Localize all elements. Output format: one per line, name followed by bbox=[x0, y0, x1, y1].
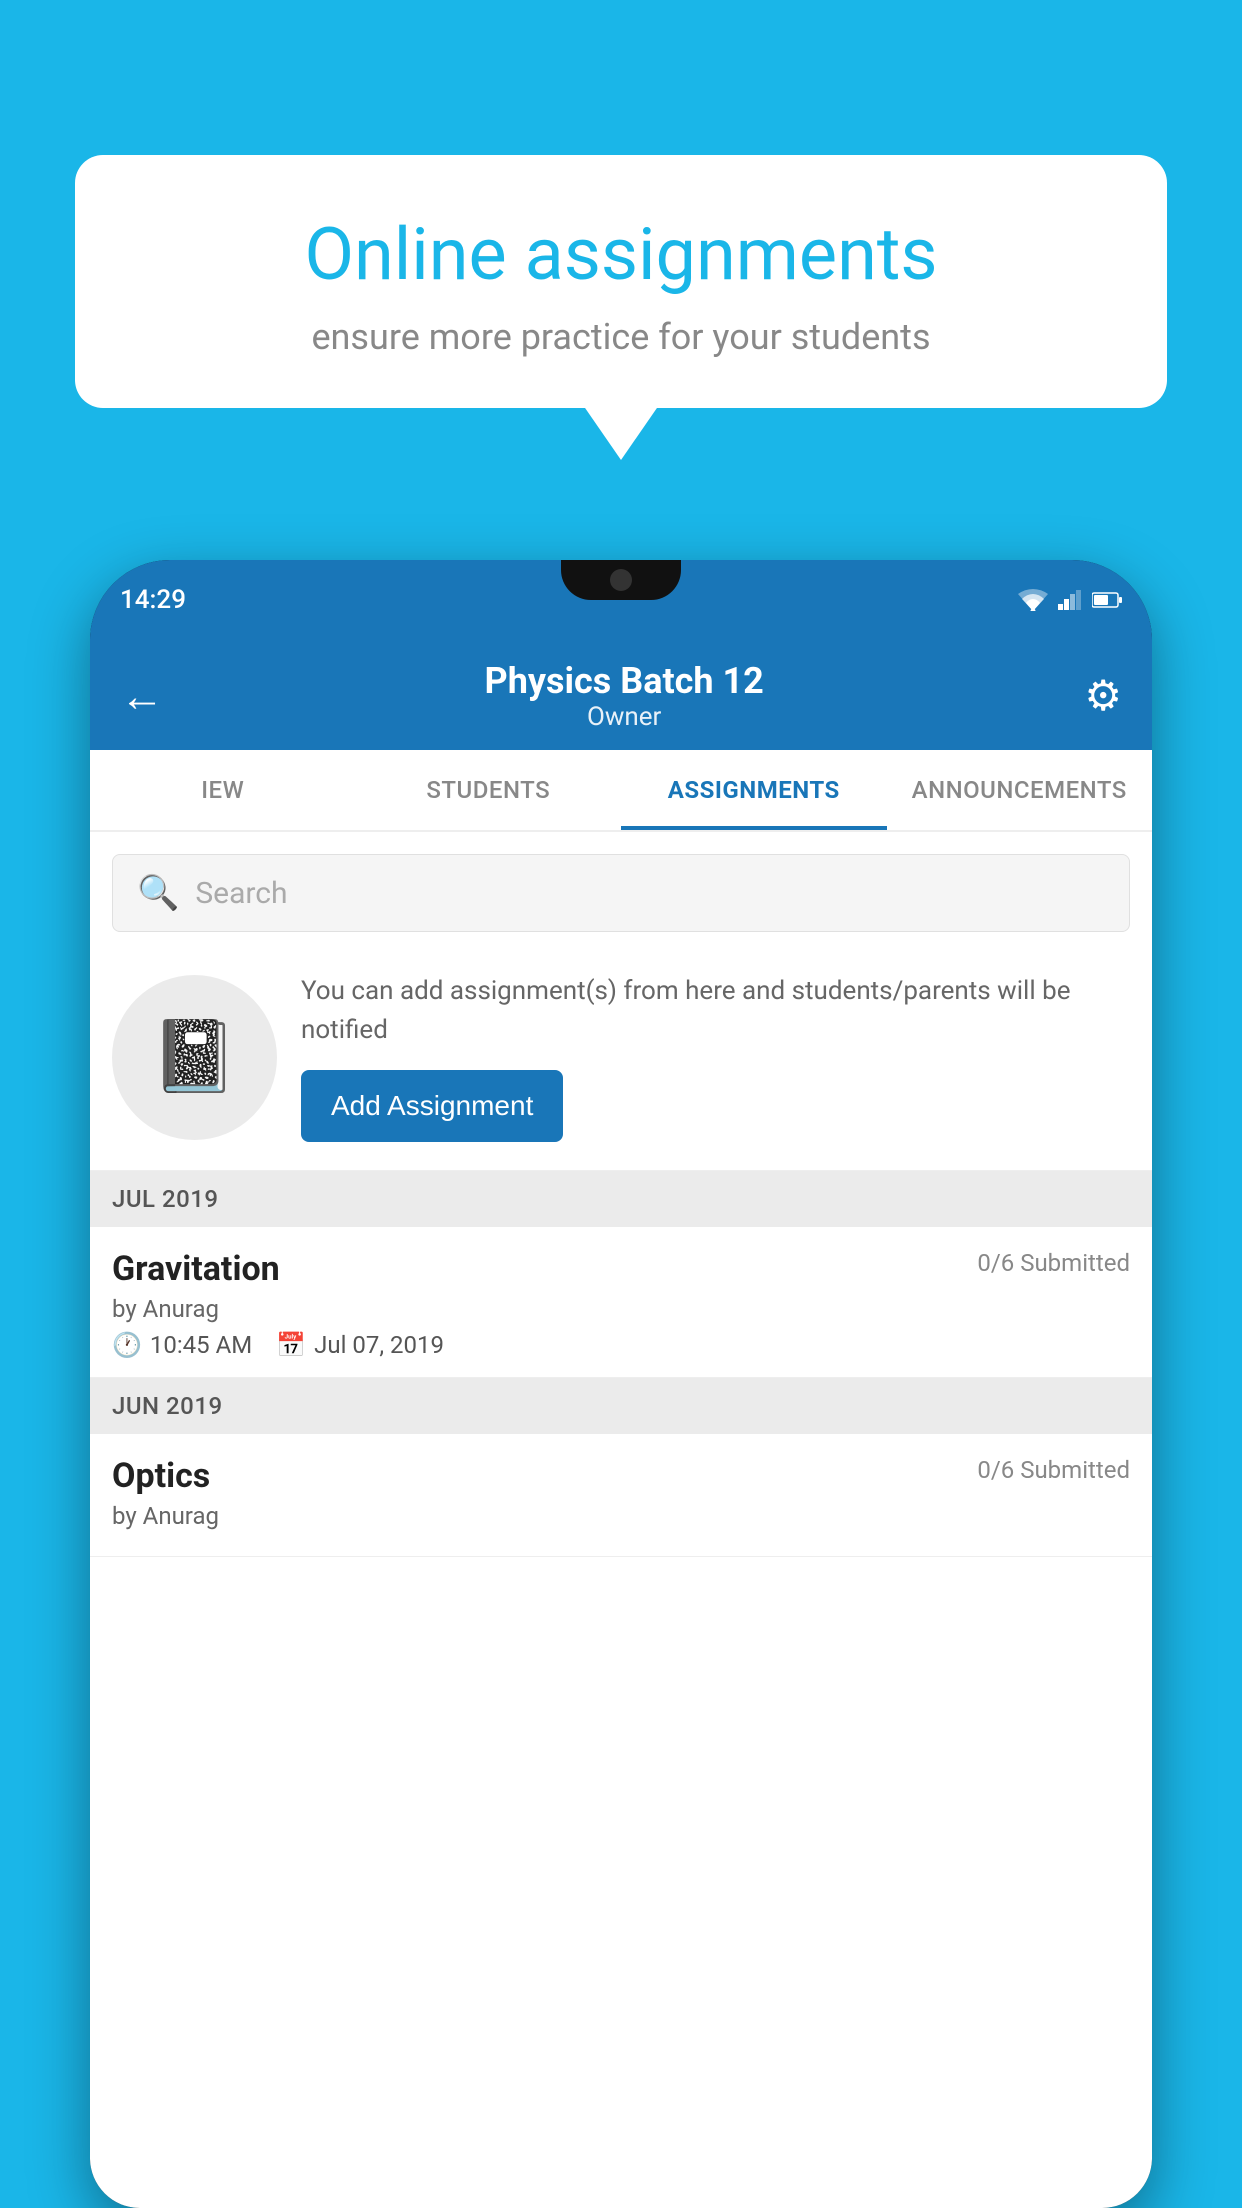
battery-icon bbox=[1092, 592, 1122, 608]
assignment-info: You can add assignment(s) from here and … bbox=[301, 972, 1130, 1142]
clock-icon: 🕐 bbox=[112, 1331, 142, 1359]
notch bbox=[561, 560, 681, 600]
phone-frame: 14:29 bbox=[90, 560, 1152, 2208]
add-assignment-button[interactable]: Add Assignment bbox=[301, 1070, 563, 1142]
assignment-time: 10:45 AM bbox=[150, 1331, 252, 1359]
app-header: ← Physics Batch 12 Owner ⚙ bbox=[90, 640, 1152, 750]
status-time: 14:29 bbox=[120, 585, 186, 615]
add-assignment-prompt: 📓 You can add assignment(s) from here an… bbox=[90, 950, 1152, 1171]
meta-time: 🕐 10:45 AM bbox=[112, 1331, 252, 1359]
speech-bubble-title: Online assignments bbox=[145, 215, 1097, 294]
assignment-submitted: 0/6 Submitted bbox=[977, 1456, 1130, 1484]
assignment-row1: Optics 0/6 Submitted bbox=[112, 1456, 1130, 1496]
assignment-info-text: You can add assignment(s) from here and … bbox=[301, 972, 1130, 1050]
section-header-jun: JUN 2019 bbox=[90, 1378, 1152, 1434]
screen-content: 🔍 Search 📓 You can add assignment(s) fro… bbox=[90, 832, 1152, 2208]
assignment-icon-circle: 📓 bbox=[112, 975, 277, 1140]
calendar-icon: 📅 bbox=[276, 1331, 306, 1359]
assignment-author: by Anurag bbox=[112, 1295, 1130, 1323]
tabs-container: IEW STUDENTS ASSIGNMENTS ANNOUNCEMENTS bbox=[90, 750, 1152, 832]
header-center: Physics Batch 12 Owner bbox=[485, 660, 764, 732]
tab-iew[interactable]: IEW bbox=[90, 750, 356, 830]
list-item[interactable]: Gravitation 0/6 Submitted by Anurag 🕐 10… bbox=[90, 1227, 1152, 1378]
meta-date: 📅 Jul 07, 2019 bbox=[276, 1331, 444, 1359]
notebook-icon: 📓 bbox=[151, 1016, 238, 1098]
assignment-name: Gravitation bbox=[112, 1249, 280, 1289]
assignment-submitted: 0/6 Submitted bbox=[977, 1249, 1130, 1277]
tab-students[interactable]: STUDENTS bbox=[356, 750, 622, 830]
assignment-name: Optics bbox=[112, 1456, 210, 1496]
assignment-date: Jul 07, 2019 bbox=[314, 1331, 444, 1359]
settings-button[interactable]: ⚙ bbox=[1084, 671, 1122, 721]
header-subtitle: Owner bbox=[485, 702, 764, 732]
assignment-row1: Gravitation 0/6 Submitted bbox=[112, 1249, 1130, 1289]
speech-bubble-subtitle: ensure more practice for your students bbox=[145, 316, 1097, 358]
section-header-jul: JUL 2019 bbox=[90, 1171, 1152, 1227]
assignment-meta: 🕐 10:45 AM 📅 Jul 07, 2019 bbox=[112, 1331, 1130, 1359]
back-button[interactable]: ← bbox=[120, 670, 164, 722]
status-icons bbox=[1018, 589, 1122, 611]
tab-announcements[interactable]: ANNOUNCEMENTS bbox=[887, 750, 1153, 830]
search-icon: 🔍 bbox=[137, 873, 179, 913]
camera bbox=[610, 569, 632, 591]
wifi-icon bbox=[1018, 589, 1048, 611]
signal-icon bbox=[1058, 590, 1082, 610]
speech-bubble: Online assignments ensure more practice … bbox=[75, 155, 1167, 408]
header-title: Physics Batch 12 bbox=[485, 660, 764, 702]
search-placeholder: Search bbox=[195, 876, 287, 911]
tab-assignments[interactable]: ASSIGNMENTS bbox=[621, 750, 887, 830]
list-item[interactable]: Optics 0/6 Submitted by Anurag bbox=[90, 1434, 1152, 1557]
assignment-author: by Anurag bbox=[112, 1502, 1130, 1530]
status-bar: 14:29 bbox=[90, 560, 1152, 640]
search-bar[interactable]: 🔍 Search bbox=[112, 854, 1130, 932]
